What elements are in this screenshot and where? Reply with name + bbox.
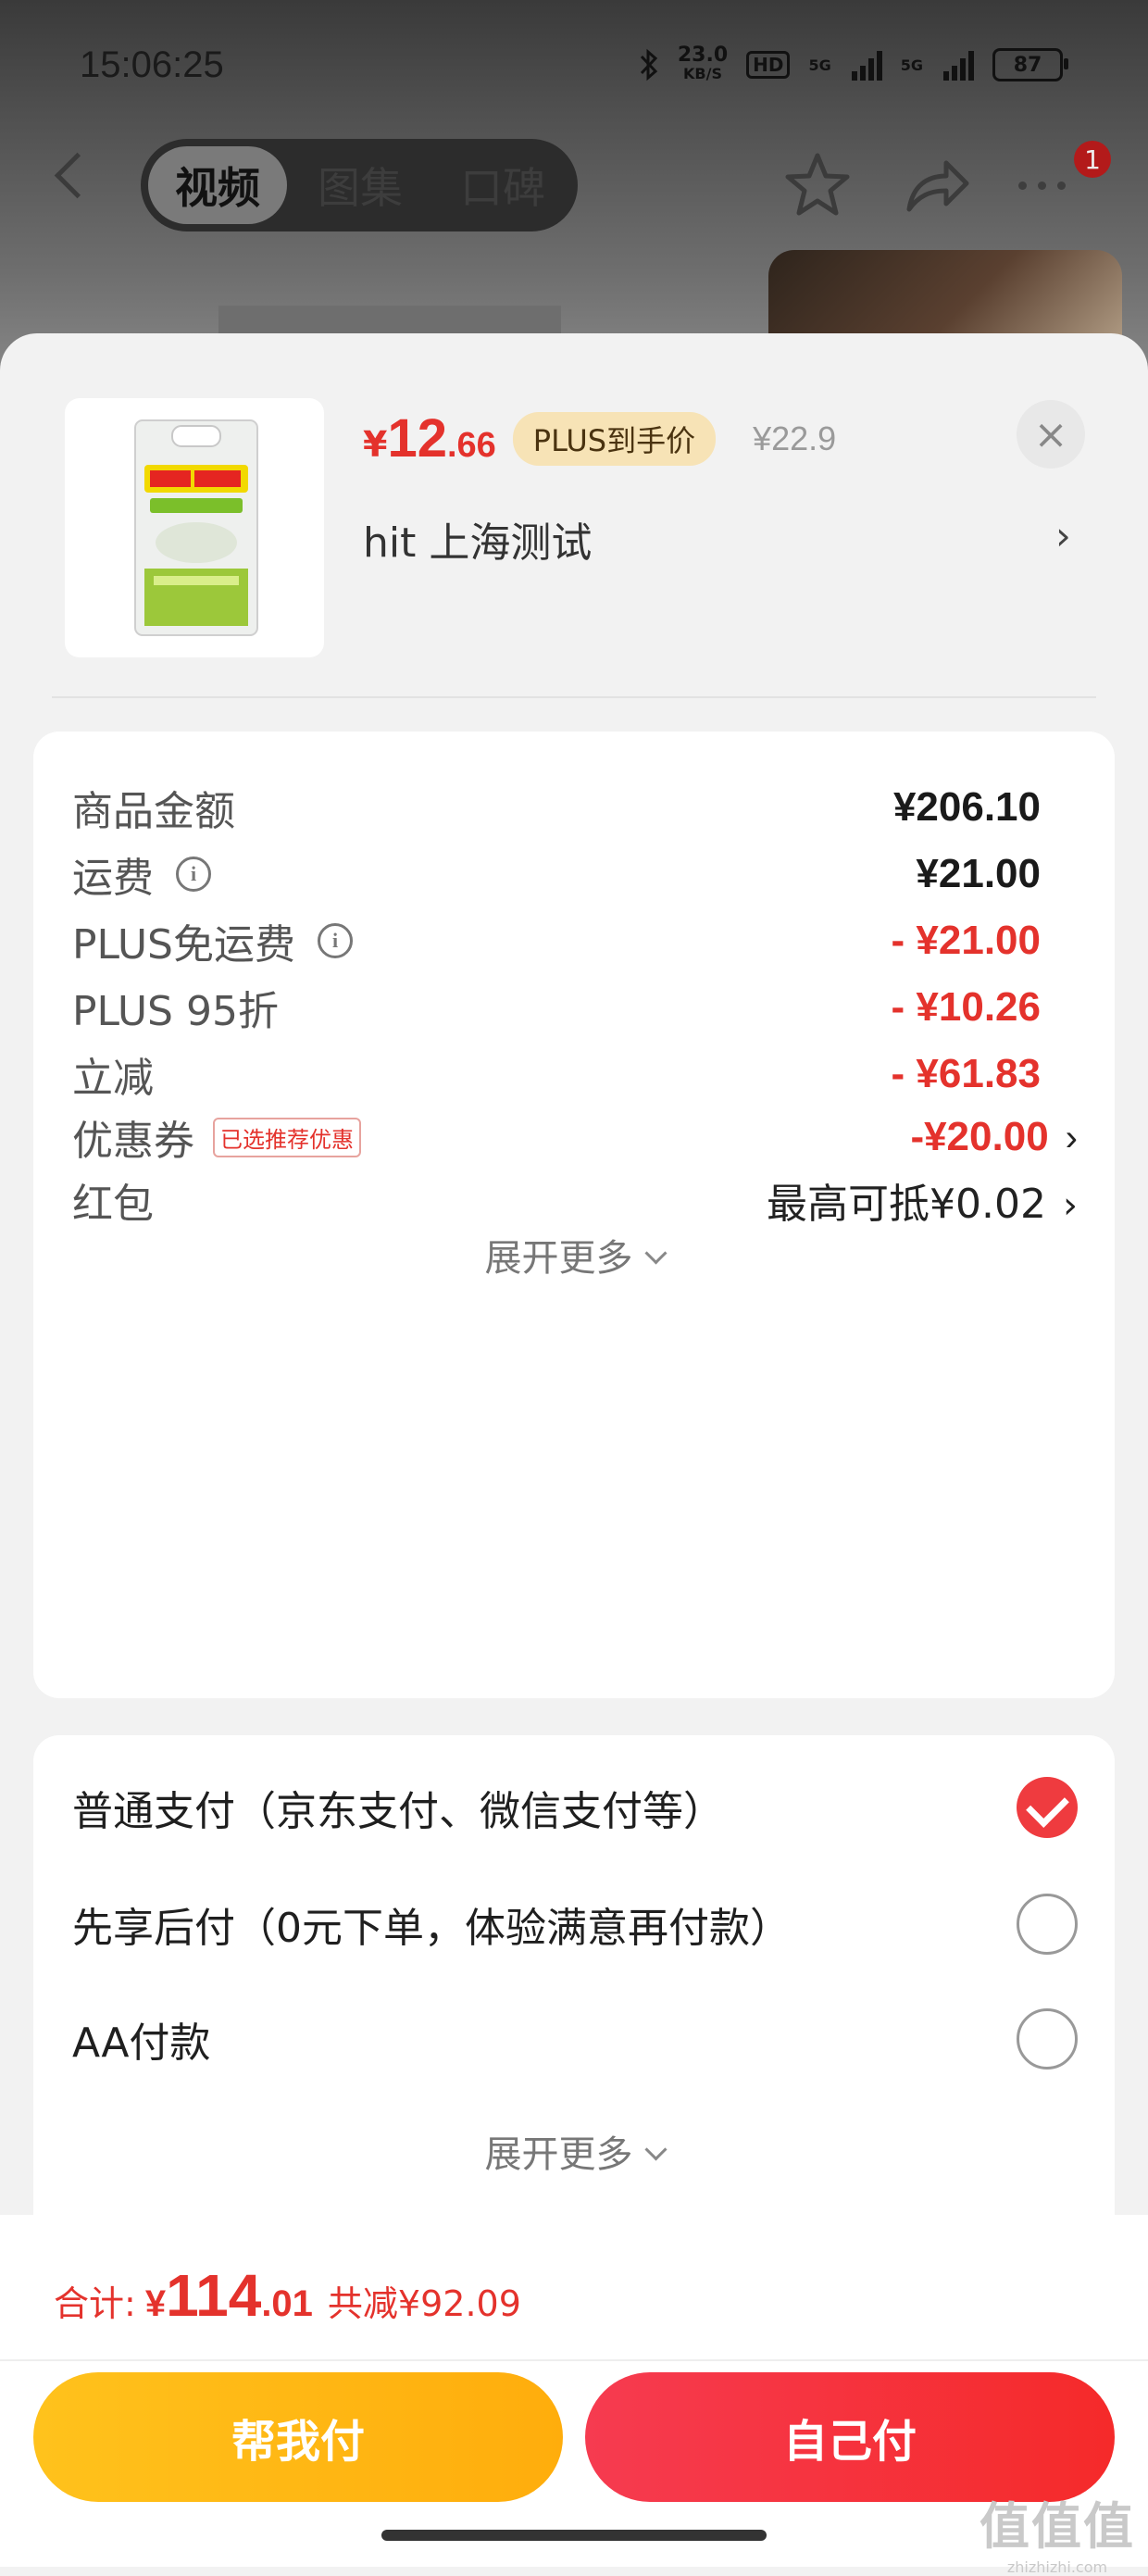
radio-unchecked-icon[interactable] — [1017, 1894, 1078, 1955]
delivery-address[interactable]: hit 上海测试 — [363, 509, 592, 569]
total-integer: 114 — [166, 2262, 262, 2329]
media-tabs: 视频 图集 口碑 — [141, 139, 578, 231]
checkout-bar: 合计: ¥ 114 .01 共减¥92.09 帮我付 自己付 值值值 zhizh… — [0, 2215, 1148, 2576]
signal-label-2: 5G — [900, 56, 923, 74]
network-speed-unit: KB/S — [683, 65, 722, 82]
price-currency: ¥ — [363, 424, 388, 465]
watermark-url: zhizhizhi.com — [1006, 2558, 1108, 2576]
total-label: 合计: — [54, 2283, 136, 2324]
bluetooth-icon — [640, 48, 657, 81]
signal-icon — [851, 49, 882, 81]
payment-option-label: 普通支付（京东支付、微信支付等） — [72, 1788, 724, 1835]
help-me-pay-button[interactable]: 帮我付 — [33, 2372, 563, 2502]
expand-more-payments[interactable]: 展开更多 — [33, 2124, 1115, 2178]
radio-unchecked-icon[interactable] — [1017, 2008, 1078, 2070]
fee-label-wrap: 优惠券 已选推荐优惠 — [72, 1107, 361, 1167]
payment-option-standard[interactable]: 普通支付（京东支付、微信支付等） — [72, 1770, 1078, 1844]
total-decimal: .01 — [261, 2283, 313, 2324]
status-bar: 15:06:25 23.0 KB/S HD 5G 5G 87 — [0, 0, 1148, 130]
divider — [52, 696, 1096, 698]
chevron-down-icon — [643, 1242, 668, 1265]
fee-row-red-packet[interactable]: 红包 最高可抵¥0.02 › — [72, 1163, 1078, 1237]
payment-option-label: 先享后付（0元下单，体验满意再付款） — [72, 1905, 791, 1952]
star-icon[interactable] — [780, 148, 855, 222]
total-saved: 共减¥92.09 — [327, 2283, 521, 2324]
chevron-right-icon[interactable]: › — [1055, 513, 1071, 558]
expand-more-fees[interactable]: 展开更多 — [33, 1228, 1115, 1282]
network-speed-value: 23.0 — [677, 44, 729, 67]
tab-video[interactable]: 视频 — [148, 146, 287, 224]
fee-label: 红包 — [72, 1181, 154, 1228]
price-integer: 12 — [387, 408, 447, 469]
plus-price-badge: PLUS到手价 — [512, 411, 717, 466]
tab-gallery[interactable]: 图集 — [291, 146, 430, 224]
notification-badge: 1 — [1074, 141, 1111, 178]
close-button[interactable]: × — [1017, 400, 1085, 469]
close-icon: × — [1033, 410, 1068, 458]
info-icon[interactable]: i — [176, 857, 211, 892]
battery-icon: 87 — [992, 48, 1068, 81]
fee-label: 运费 — [72, 855, 154, 902]
fee-label: 优惠券 — [72, 1118, 194, 1165]
signal-label-1: 5G — [808, 56, 831, 74]
chevron-right-icon: › — [1063, 1184, 1078, 1227]
watermark-logo: 值值值 zhizhizhi.com — [980, 2485, 1135, 2576]
payment-option-label: AA付款 — [72, 2020, 211, 2067]
fee-value: -¥20.00 — [910, 1114, 1049, 1159]
home-indicator[interactable] — [381, 2530, 767, 2541]
fee-row-plus-discount: PLUS 95折 - ¥10.26 — [72, 970, 1078, 1044]
fee-label-wrap: 运费 i — [72, 844, 211, 904]
share-icon[interactable] — [900, 148, 974, 222]
fee-row-shipping: 运费 i ¥21.00 — [72, 837, 1078, 911]
fee-breakdown-card: 商品金额 ¥206.10 运费 i ¥21.00 PLUS免运费 i - ¥21.0… — [33, 732, 1115, 1698]
price-row: ¥ 12 .66 PLUS到手价 ¥22.9 — [363, 407, 836, 469]
fee-label: PLUS免运费 — [72, 921, 295, 969]
pay-myself-button[interactable]: 自己付 — [585, 2372, 1115, 2502]
flour-bag-image — [134, 419, 258, 636]
price-decimal: .66 — [446, 426, 496, 465]
fee-value: - ¥21.00 — [891, 918, 1041, 963]
radio-checked-icon[interactable] — [1017, 1777, 1078, 1838]
total-currency: ¥ — [144, 2283, 167, 2324]
chevron-down-icon — [643, 2138, 668, 2161]
product-summary: ¥ 12 .66 PLUS到手价 ¥22.9 × hit 上海测试 › — [0, 333, 1148, 698]
fee-label: PLUS 95折 — [72, 988, 279, 1035]
fee-value-wrap: -¥20.00 › — [910, 1114, 1078, 1160]
fee-value-wrap: 最高可抵¥0.02 › — [767, 1170, 1078, 1230]
fee-label: 商品金额 — [72, 788, 235, 835]
payment-option-aa[interactable]: AA付款 — [72, 2002, 1078, 2076]
expand-more-label: 展开更多 — [484, 2133, 633, 2176]
more-icon[interactable] — [1018, 181, 1066, 190]
hd-icon: HD — [746, 51, 791, 79]
fee-value: ¥206.10 — [892, 784, 1041, 830]
expand-more-label: 展开更多 — [484, 1237, 633, 1280]
fee-row-goods-amount: 商品金额 ¥206.10 — [72, 770, 1078, 844]
coupon-tag: 已选推荐优惠 — [213, 1117, 361, 1157]
info-icon[interactable]: i — [318, 923, 353, 958]
divider — [0, 2359, 1148, 2361]
fee-value: - ¥61.83 — [891, 1051, 1041, 1096]
original-price: ¥22.9 — [753, 419, 837, 457]
chevron-right-icon: › — [1065, 1118, 1078, 1158]
status-time: 15:06:25 — [80, 44, 224, 85]
fee-row-plus-free-shipping: PLUS免运费 i - ¥21.00 — [72, 904, 1078, 978]
fee-value: 最高可抵¥0.02 — [767, 1181, 1046, 1228]
fee-value: ¥21.00 — [916, 851, 1041, 896]
watermark-text: 值值值 — [980, 2497, 1135, 2556]
product-image — [65, 398, 324, 657]
status-icons: 23.0 KB/S HD 5G 5G 87 — [639, 44, 1068, 83]
payment-option-pay-later[interactable]: 先享后付（0元下单，体验满意再付款） — [72, 1887, 1078, 1961]
order-total: 合计: ¥ 114 .01 共减¥92.09 — [54, 2261, 521, 2330]
signal-icon-2 — [943, 49, 974, 81]
network-speed: 23.0 KB/S — [677, 44, 729, 83]
tab-reviews[interactable]: 口碑 — [433, 146, 572, 224]
fee-label: 立减 — [72, 1055, 154, 1102]
payment-method-card: 普通支付（京东支付、微信支付等） 先享后付（0元下单，体验满意再付款） AA付款… — [33, 1735, 1115, 2235]
fee-label-wrap: PLUS免运费 i — [72, 911, 353, 970]
fee-value: - ¥10.26 — [891, 984, 1041, 1030]
